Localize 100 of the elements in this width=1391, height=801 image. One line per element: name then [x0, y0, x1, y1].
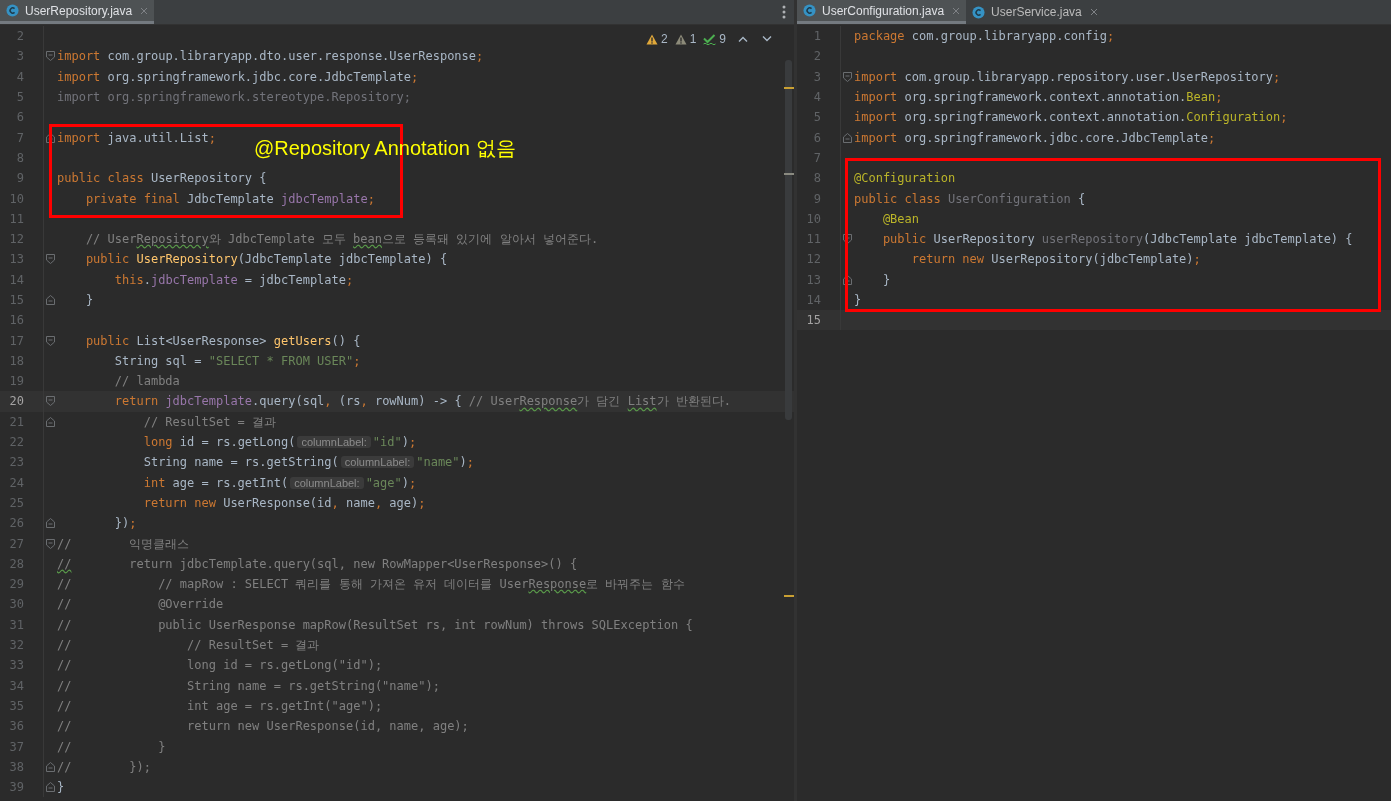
line-number: 38: [8, 758, 24, 776]
code-line: // return new UserResponse(id, name, age);: [57, 718, 469, 736]
typo-check-icon: [703, 33, 717, 45]
line-number: 9: [812, 190, 821, 208]
editor-tab[interactable]: UserService.java: [966, 0, 1104, 24]
fold-icon[interactable]: [46, 761, 55, 772]
line-number: 14: [8, 271, 24, 289]
code-line: String name = rs.getString( columnLabel: "name");: [142, 454, 475, 472]
line-number: 7: [15, 129, 24, 147]
line-number: 33: [8, 657, 24, 675]
code-line: public List<UserResponse> getUsers() {: [84, 332, 361, 350]
line-number: 19: [8, 373, 24, 391]
line-number: 37: [8, 738, 24, 756]
line-number: 32: [8, 637, 24, 655]
fold-icon[interactable]: [46, 416, 55, 427]
line-number: 8: [812, 170, 821, 188]
warning-stripe: [784, 595, 794, 597]
code-line: return jdbcTemplate.query(sql, (rs, rowNum) -> { // UserResponse가 담긴 List가 반환된다.: [113, 393, 732, 411]
line-number: 3: [812, 68, 821, 86]
code-line: public class UserConfiguration {: [854, 190, 1086, 208]
line-number: 5: [15, 89, 24, 107]
line-number: 10: [8, 190, 24, 208]
code-line: String sql = "SELECT * FROM USER";: [113, 352, 361, 370]
code-line: // }: [57, 738, 166, 756]
fold-icon[interactable]: [843, 71, 852, 82]
warning-icon: [674, 33, 687, 45]
code-line: @Bean: [881, 210, 920, 228]
fold-icon[interactable]: [46, 132, 55, 143]
line-number: 7: [812, 149, 821, 167]
code-line: // public UserResponse mapRow(ResultSet rs, int rowNum) throws SQLException {: [57, 616, 693, 634]
fold-icon[interactable]: [843, 234, 852, 245]
line-number: 15: [8, 292, 24, 309]
fold-icon[interactable]: [843, 274, 852, 285]
code-line: // UserRepository와 JdbcTemplate 모두 bean으로 등록돼 있기에 알아서 넣어준다.: [84, 231, 599, 249]
chevron-down-icon[interactable]: [762, 36, 772, 42]
line-number: 20: [8, 393, 24, 411]
code-line: // lambda: [113, 373, 180, 391]
fold-icon[interactable]: [46, 51, 55, 62]
line-number: 13: [8, 251, 24, 269]
line-number: 2: [812, 48, 821, 66]
line-number: 26: [8, 515, 24, 533]
editor-tab[interactable]: UserConfiguration.java: [797, 0, 967, 24]
line-number: 27: [8, 535, 24, 553]
close-icon[interactable]: [140, 6, 149, 15]
fold-icon[interactable]: [46, 254, 55, 265]
line-number: 17: [8, 332, 24, 350]
code-line: return new UserRepository(jdbcTemplate);: [910, 251, 1201, 269]
code-line: import org.springframework.jdbc.core.JdbcTemplate;: [57, 68, 419, 86]
code-line: // // mapRow : SELECT 쿼리를 통해 가져온 유저 데이터를 UserResponse로 바꿔주는 함수: [57, 576, 685, 594]
fold-icon[interactable]: [46, 538, 55, 549]
fold-icon[interactable]: [843, 132, 852, 143]
line-number: 13: [805, 271, 821, 289]
line-number: 35: [8, 697, 24, 715]
line-number: 10: [805, 210, 821, 228]
line-number: 4: [812, 89, 821, 107]
inspection-count: 2: [660, 31, 668, 48]
line-number: 6: [15, 109, 24, 127]
line-number: 11: [8, 210, 24, 228]
line-number: 39: [8, 779, 24, 797]
close-icon[interactable]: [1089, 8, 1098, 16]
fold-icon[interactable]: [46, 335, 55, 346]
code-line: long id = rs.getLong( columnLabel: "id");: [142, 434, 417, 452]
line-number: 3: [15, 48, 24, 66]
line-number: 2: [15, 28, 24, 46]
line-number: 15: [805, 312, 821, 330]
code-line: }: [881, 271, 891, 289]
more-options-icon[interactable]: [782, 5, 786, 19]
line-number: 21: [8, 413, 24, 431]
scrollbar-thumb[interactable]: [785, 60, 792, 420]
inspection-count: 9: [719, 31, 726, 48]
line-number: 4: [15, 68, 24, 86]
code-line: package com.group.libraryapp.config;: [854, 28, 1115, 46]
line-number: 36: [8, 718, 24, 736]
class-file-icon: [972, 5, 986, 19]
chevron-up-icon[interactable]: [738, 36, 748, 42]
line-number: 31: [8, 616, 24, 634]
warning-icon: [645, 33, 658, 45]
line-number: 30: [8, 596, 24, 614]
code-line: import org.springframework.stereotype.Repository;: [57, 89, 411, 107]
code-line: import java.util.List;: [57, 129, 216, 147]
code-line: });: [113, 515, 137, 533]
fold-icon[interactable]: [46, 396, 55, 407]
code-line: // String name = rs.getString("name");: [57, 677, 440, 695]
line-number: 11: [805, 231, 821, 249]
editor-tab[interactable]: UserRepository.java: [0, 0, 155, 24]
line-number: 16: [8, 312, 24, 330]
line-number: 22: [8, 434, 24, 452]
fold-icon[interactable]: [46, 295, 55, 305]
fold-icon[interactable]: [46, 782, 55, 793]
code-line: import org.springframework.context.annotation.Configuration;: [854, 109, 1288, 127]
code-line: // return jdbcTemplate.query(sql, new RowMapper<UserResponse>() {: [57, 555, 578, 573]
line-number: 34: [8, 677, 24, 695]
code-line: }: [854, 292, 862, 309]
code-line: int age = rs.getInt( columnLabel: "age");: [142, 474, 417, 492]
code-line: // });: [57, 758, 151, 776]
class-file-icon: [6, 4, 19, 17]
line-number: 28: [8, 555, 24, 573]
close-icon[interactable]: [952, 6, 961, 15]
fold-icon[interactable]: [46, 518, 55, 529]
code-line: import com.group.libraryapp.repository.user.UserRepository;: [854, 68, 1281, 86]
